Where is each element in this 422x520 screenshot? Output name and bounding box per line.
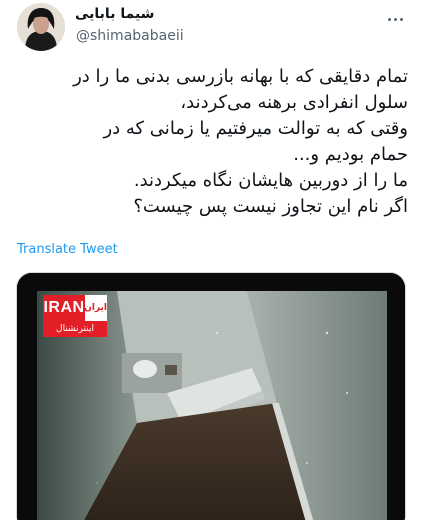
tweet-text-line: تمام دقایقی که با بهانه بازرسی بدنی ما ر… — [73, 66, 408, 87]
tweet-text-line: اگر نام این تجاوز نیست پس چیست؟ — [133, 196, 408, 217]
author-display-name[interactable]: شیما بابایی — [75, 6, 154, 22]
logo-subtitle: اینترنشنال — [43, 321, 107, 337]
channel-logo: IRAN ایران اینترنشنال — [43, 295, 107, 339]
more-options-dot — [399, 17, 403, 21]
tweet-text-line: حمام بودیم و... — [293, 144, 408, 165]
tweet-text: تمام دقایقی که با بهانه بازرسی بدنی ما ر… — [16, 64, 408, 220]
logo-iran-latin: IRAN — [43, 295, 85, 321]
translate-tweet-link[interactable]: Translate Tweet — [17, 242, 118, 257]
tweet-text-line: وقتی که به توالت میرفتیم یا زمانی که در — [103, 118, 408, 139]
author-handle[interactable]: @shimababaeii — [76, 28, 184, 44]
tweet-card: شیما بابایی @shimababaeii تمام دقایقی که… — [0, 0, 422, 520]
tweet-text-line: سلول انفرادی برهنه می‌کردند، — [180, 92, 408, 113]
more-options-icon[interactable] — [382, 8, 408, 30]
more-options-dot — [387, 17, 391, 21]
channel-logo-top: IRAN ایران — [43, 295, 107, 321]
more-options-dot — [393, 17, 397, 21]
avatar[interactable] — [17, 3, 65, 51]
tweet-text-line: ما را از دوربین هایشان نگاه میکردند. — [133, 170, 408, 191]
avatar-image — [17, 3, 65, 51]
logo-iran-persian: ایران — [84, 295, 107, 321]
tweet-video-media[interactable]: IRAN ایران اینترنشنال — [16, 272, 406, 520]
